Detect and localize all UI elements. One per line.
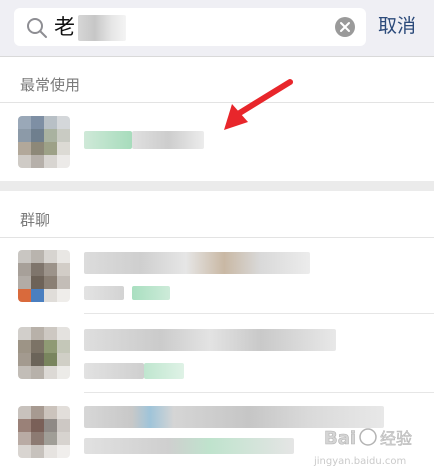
search-query-blur [78,15,126,41]
avatar [18,250,70,302]
svg-text:经验: 经验 [380,429,412,448]
contact-name-blur [132,131,204,149]
row-divider [84,392,434,393]
group-member-blur [84,438,294,454]
svg-text:Bai: Bai [324,428,356,449]
avatar [18,406,70,458]
row-divider [84,313,434,314]
search-query-text: 老 [54,15,75,39]
cancel-button[interactable]: 取消 [378,13,416,39]
search-header: 老 取消 [0,0,434,57]
section-title: 最常使用 [20,76,81,94]
group-name-blur [84,252,310,274]
section-gap [0,181,434,191]
section-header-frequent: 最常使用 [0,61,434,103]
clear-icon[interactable] [334,16,356,38]
section-header-groups: 群聊 [0,196,434,238]
list-item[interactable] [0,103,434,181]
avatar [18,327,70,379]
group-member-blur [144,363,184,379]
group-member-blur [84,286,124,300]
group-member-blur [132,286,170,300]
group-name-blur [84,329,336,351]
annotation-arrow-icon [224,79,293,130]
baidu-jingyan-watermark: Bai 经验 jingyan.baidu.com [313,428,412,467]
contact-name-blur [84,131,132,149]
list-item[interactable] [0,238,434,314]
avatar [18,116,70,168]
group-member-blur [84,363,144,379]
list-item[interactable] [0,315,434,393]
svg-text:jingyan.baidu.com: jingyan.baidu.com [313,456,406,467]
search-icon [27,18,47,38]
search-input[interactable]: 老 [14,8,366,46]
section-title: 群聊 [20,211,51,229]
